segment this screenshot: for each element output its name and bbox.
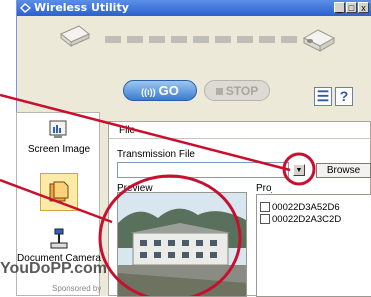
sidebar-item-file[interactable]: File <box>17 173 101 213</box>
wireless-signal-icon: ((ı)) <box>141 87 156 97</box>
tab-file[interactable]: File <box>109 122 371 139</box>
stop-label: STOP <box>225 84 259 98</box>
preview-image <box>117 192 247 297</box>
watermark: YouDoPP.com <box>0 260 107 277</box>
transmission-file-value <box>118 168 120 179</box>
manual-button[interactable]: ☰ <box>314 87 332 106</box>
projector-list: 00022D3A52D6 00022D2A3C2D <box>256 194 371 297</box>
go-label: GO <box>158 83 179 98</box>
connection-status-graphic <box>60 25 336 52</box>
app-icon <box>20 3 31 13</box>
sponsor-text: Sponsored by <box>52 284 102 293</box>
stop-button[interactable]: STOP <box>204 80 270 101</box>
window-title: Wireless Utility <box>34 1 129 14</box>
sidebar-item-screen-image[interactable]: Screen Image <box>17 119 101 155</box>
file-panel: File Transmission File ▼ Browse Preview <box>108 121 371 297</box>
sidebar-item-document-camera[interactable]: Document Camera <box>17 228 101 264</box>
projector-item[interactable]: 00022D2A3C2D <box>260 214 341 225</box>
sidebar-item-label: Screen Image <box>27 144 91 155</box>
maximize-button[interactable]: □ <box>346 2 357 13</box>
transmission-file-combo[interactable] <box>117 162 289 178</box>
browse-button[interactable]: Browse <box>316 163 371 178</box>
selected-item-highlight <box>40 173 78 211</box>
document-camera-icon <box>50 228 68 249</box>
projector-id: 00022D3A52D6 <box>272 202 340 213</box>
laptop-icon <box>60 25 90 48</box>
projector-item[interactable]: 00022D3A52D6 <box>260 202 340 213</box>
minimize-button[interactable]: _ <box>334 2 345 13</box>
checkbox[interactable] <box>260 202 270 213</box>
checkbox[interactable] <box>260 214 270 225</box>
connection-status-area <box>17 16 371 74</box>
help-button[interactable]: ? <box>335 87 353 106</box>
chevron-down-icon[interactable]: ▼ <box>293 164 305 176</box>
stop-icon <box>215 88 223 95</box>
building-photo <box>118 193 246 296</box>
go-button[interactable]: ((ı)) GO <box>123 80 197 101</box>
screen-image-icon <box>49 120 67 138</box>
title-bar[interactable]: Wireless Utility _ □ x <box>17 0 371 16</box>
projector-icon <box>302 29 336 52</box>
close-button[interactable]: x <box>358 2 369 13</box>
transmission-file-label: Transmission File <box>117 149 195 160</box>
file-icon <box>49 181 69 202</box>
projector-label: Projector <box>256 183 272 194</box>
projector-id: 00022D2A3C2D <box>272 214 342 225</box>
